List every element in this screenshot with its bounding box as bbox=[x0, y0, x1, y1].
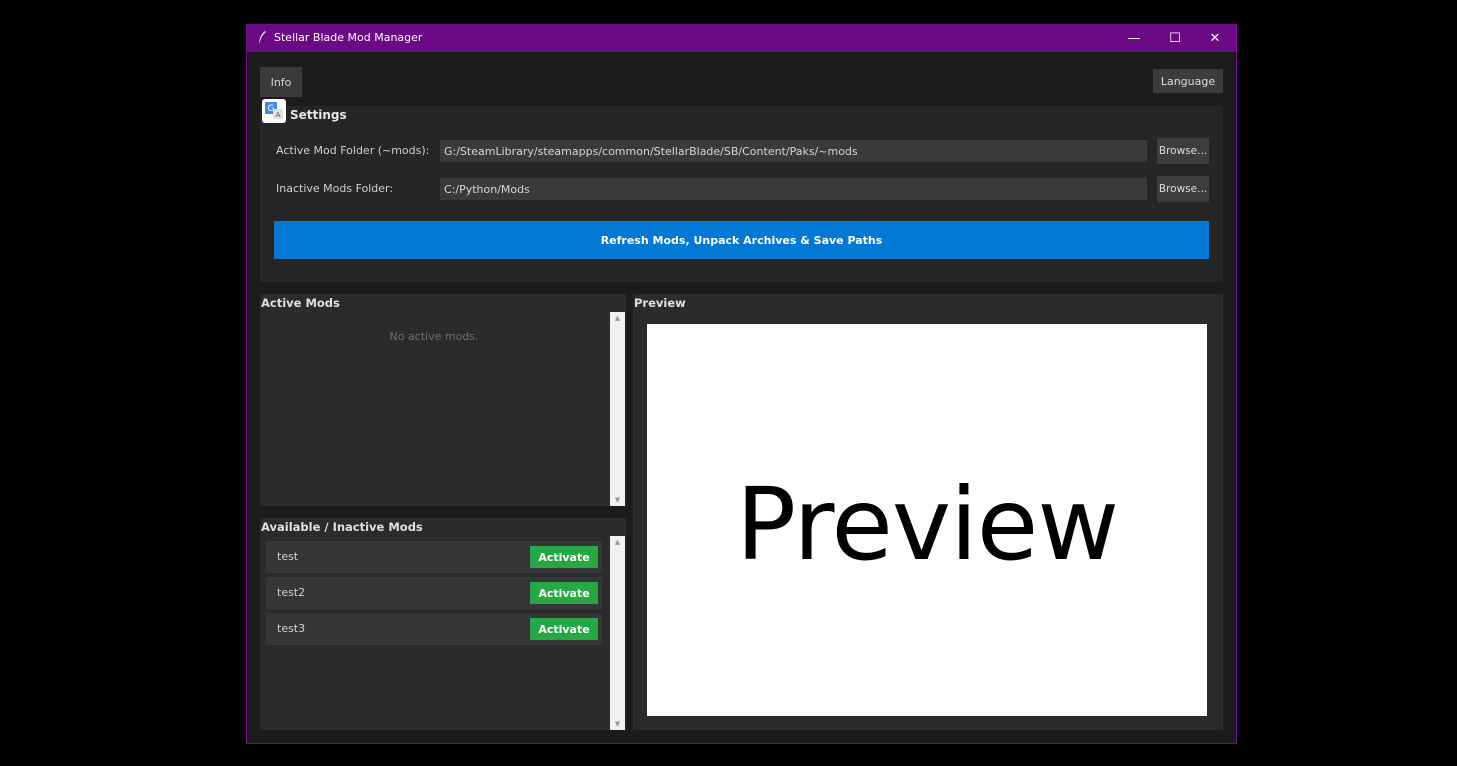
window-title: Stellar Blade Mod Manager bbox=[274, 31, 423, 44]
info-button[interactable]: Info bbox=[260, 67, 302, 97]
translate-icon: G A bbox=[262, 99, 286, 123]
maximize-icon: ☐ bbox=[1169, 31, 1181, 46]
list-item: test Activate bbox=[266, 541, 602, 573]
feather-icon bbox=[258, 31, 266, 46]
svg-text:A: A bbox=[276, 111, 281, 119]
inactive-folder-input[interactable] bbox=[440, 178, 1147, 200]
refresh-mods-button[interactable]: Refresh Mods, Unpack Archives & Save Pat… bbox=[274, 221, 1209, 259]
inactive-mods-panel: Available / Inactive Mods test Activate … bbox=[260, 518, 626, 730]
browse-active-button[interactable]: Browse... bbox=[1157, 138, 1209, 164]
mod-name: test2 bbox=[277, 586, 306, 599]
app-window: Stellar Blade Mod Manager — ☐ ✕ Info Lan… bbox=[246, 24, 1237, 744]
minimize-icon: — bbox=[1127, 31, 1141, 46]
active-mods-scrollbar[interactable]: ▲ ▼ bbox=[610, 312, 625, 506]
inactive-mods-title: Available / Inactive Mods bbox=[261, 520, 423, 534]
scroll-down-icon[interactable]: ▼ bbox=[610, 718, 625, 730]
activate-button[interactable]: Activate bbox=[530, 582, 598, 604]
preview-image: Preview bbox=[647, 324, 1207, 716]
list-item: test3 Activate bbox=[266, 613, 602, 645]
mod-name: test bbox=[277, 550, 299, 563]
mod-name: test3 bbox=[277, 622, 306, 635]
active-folder-label: Active Mod Folder (~mods): bbox=[276, 144, 430, 157]
close-icon: ✕ bbox=[1209, 31, 1221, 46]
preview-panel: Preview Preview bbox=[633, 294, 1223, 730]
settings-title: Settings bbox=[290, 108, 347, 122]
browse-inactive-button[interactable]: Browse... bbox=[1157, 176, 1209, 202]
language-button[interactable]: Language bbox=[1153, 69, 1223, 93]
scroll-down-icon[interactable]: ▼ bbox=[610, 494, 625, 506]
maximize-button[interactable]: ☐ bbox=[1155, 25, 1195, 52]
settings-panel: G A Settings Active Mod Folder (~mods): … bbox=[260, 99, 1223, 282]
activate-button[interactable]: Activate bbox=[530, 618, 598, 640]
active-folder-input[interactable] bbox=[440, 140, 1147, 162]
preview-title: Preview bbox=[634, 296, 686, 310]
close-button[interactable]: ✕ bbox=[1195, 25, 1235, 52]
inactive-folder-label: Inactive Mods Folder: bbox=[276, 182, 394, 195]
active-mods-panel: Active Mods No active mods. ▲ ▼ bbox=[260, 294, 626, 506]
scroll-up-icon[interactable]: ▲ bbox=[610, 312, 625, 324]
title-bar[interactable]: Stellar Blade Mod Manager — ☐ ✕ bbox=[247, 25, 1236, 52]
activate-button[interactable]: Activate bbox=[530, 546, 598, 568]
active-mods-empty-message: No active mods. bbox=[389, 330, 479, 343]
preview-placeholder-text: Preview bbox=[735, 466, 1119, 583]
minimize-button[interactable]: — bbox=[1114, 25, 1154, 52]
active-mods-title: Active Mods bbox=[261, 296, 340, 310]
scroll-up-icon[interactable]: ▲ bbox=[610, 536, 625, 548]
inactive-mods-scrollbar[interactable]: ▲ ▼ bbox=[610, 536, 625, 730]
list-item: test2 Activate bbox=[266, 577, 602, 609]
